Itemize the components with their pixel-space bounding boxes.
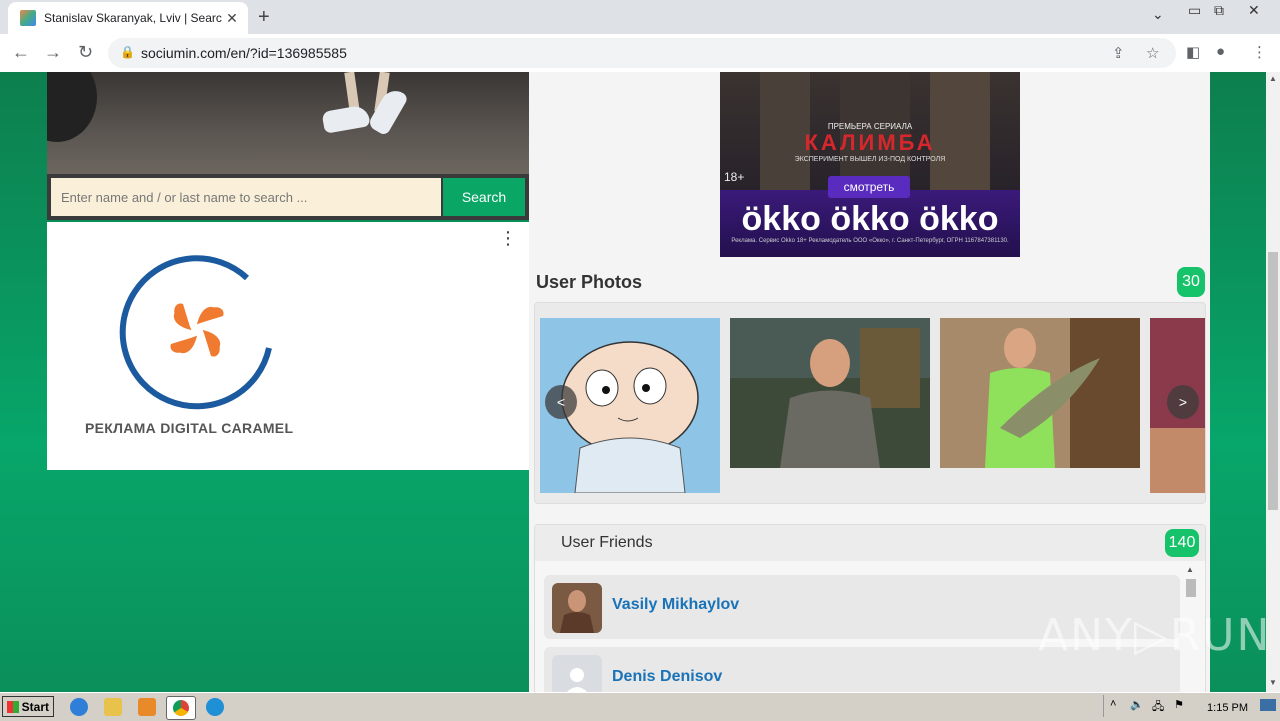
- tab-title: Stanislav Skaranyak, Lviv | Search Ir: [44, 11, 222, 25]
- ad-options-icon[interactable]: ⋮: [499, 228, 517, 249]
- friend-name-link[interactable]: Denis Denisov: [612, 668, 722, 686]
- flag-icon[interactable]: ⚑: [1174, 698, 1184, 711]
- media-player-icon[interactable]: [138, 698, 156, 716]
- page-scrollbar[interactable]: ▲ ▼: [1266, 72, 1280, 692]
- ad-caption: РЕКЛАМА DIGITAL CARAMEL: [85, 420, 294, 436]
- browser-menu-icon[interactable]: ⋮: [1252, 43, 1267, 61]
- scrollbar-thumb[interactable]: [1186, 579, 1196, 597]
- new-tab-button[interactable]: +: [258, 6, 270, 29]
- sneaker-image: [321, 104, 371, 134]
- photos-carousel: < >: [534, 302, 1206, 504]
- search-button[interactable]: Search: [443, 178, 525, 216]
- anyrun-watermark: ANY▷RUN: [1038, 610, 1272, 661]
- search-input[interactable]: [51, 178, 441, 216]
- right-column: ПРЕМЬЕРА СЕРИАЛА КАЛИМБА ЭКСПЕРИМЕНТ ВЫШ…: [529, 72, 1210, 692]
- network-icon[interactable]: 🖧: [1152, 698, 1164, 717]
- photo-thumbnail[interactable]: [730, 318, 930, 468]
- minimize-button[interactable]: ▭: [1188, 2, 1201, 19]
- profile-avatar-icon[interactable]: ●: [1216, 43, 1225, 60]
- chrome-taskbar-button[interactable]: [166, 696, 196, 720]
- scroll-up-icon[interactable]: ▲: [1186, 565, 1194, 574]
- file-explorer-icon[interactable]: [104, 698, 122, 716]
- okko-ad-banner[interactable]: ПРЕМЬЕРА СЕРИАЛА КАЛИМБА ЭКСПЕРИМЕНТ ВЫШ…: [720, 72, 1020, 257]
- show-desktop-icon[interactable]: [1260, 699, 1276, 711]
- default-user-icon: [567, 668, 587, 692]
- avatar: [552, 655, 602, 692]
- banner-subtitle: ЭКСПЕРИМЕНТ ВЫШЕЛ ИЗ-ПОД КОНТРОЛЯ: [794, 156, 946, 163]
- system-tray: ˄ 🔈 🖧 ⚑ 1:15 PM: [1103, 695, 1280, 717]
- browser-tab[interactable]: Stanislav Skaranyak, Lviv | Search Ir ✕: [8, 2, 248, 34]
- address-bar[interactable]: 🔒 sociumin.com/en/?id=136985585 ⇪ ☆: [108, 38, 1176, 68]
- carousel-prev-button[interactable]: <: [545, 385, 577, 419]
- windows-logo-icon: [7, 701, 19, 713]
- user-photos-heading: User Photos: [536, 272, 643, 292]
- photos-count-badge: 30: [1177, 267, 1205, 297]
- user-friends-panel: User Friends 140 Vasily Mikhaylov Denis …: [534, 524, 1206, 692]
- bookmark-star-icon[interactable]: ☆: [1146, 44, 1159, 62]
- side-panel-icon[interactable]: ◧: [1186, 43, 1200, 61]
- browser-tab-bar: Stanislav Skaranyak, Lviv | Search Ir ✕ …: [0, 0, 1280, 34]
- scrollbar-thumb[interactable]: [1268, 252, 1278, 510]
- scroll-up-icon[interactable]: ▲: [1269, 74, 1277, 83]
- url-text[interactable]: sociumin.com/en/?id=136985585: [141, 45, 347, 61]
- friends-count-badge: 140: [1165, 529, 1199, 557]
- banner-legal-text: Реклама. Сервис Okko 18+ Рекламодатель О…: [731, 238, 1009, 244]
- lock-icon: 🔒: [120, 45, 135, 59]
- page-viewport: Search ⋮ РЕКЛАМА DIGITAL CARAMEL: [0, 72, 1266, 692]
- clock: 1:15 PM: [1207, 702, 1248, 714]
- tab-search-chevron-icon[interactable]: ⌄: [1152, 6, 1164, 23]
- windows-taskbar: Start ˄ 🔈 🖧 ⚑ 1:15 PM: [0, 692, 1280, 721]
- search-bar: Search: [47, 174, 529, 220]
- site-favicon-icon: [20, 10, 36, 26]
- share-icon[interactable]: ⇪: [1112, 44, 1125, 62]
- friends-header: User Friends 140: [535, 525, 1205, 561]
- banner-age-rating: 18+: [724, 170, 745, 184]
- volume-icon[interactable]: 🔈: [1130, 698, 1144, 711]
- scroll-down-icon[interactable]: ▼: [1269, 678, 1277, 687]
- chrome-icon: [173, 700, 189, 716]
- user-friends-heading: User Friends: [561, 534, 653, 551]
- banner-watch-button[interactable]: смотреть: [828, 176, 910, 198]
- tab-close-icon[interactable]: ✕: [222, 10, 242, 27]
- edge-icon[interactable]: [206, 698, 224, 716]
- forward-arrow-icon[interactable]: →: [44, 42, 62, 63]
- friend-name-link[interactable]: Vasily Mikhaylov: [612, 596, 739, 614]
- carousel-next-button[interactable]: >: [1167, 385, 1199, 419]
- start-button[interactable]: Start: [2, 696, 54, 717]
- restore-button[interactable]: ⧉: [1214, 2, 1224, 19]
- banner-title: КАЛИМБА: [804, 130, 936, 155]
- photo-thumbnail[interactable]: [940, 318, 1140, 468]
- start-label: Start: [21, 700, 49, 714]
- browser-toolbar: ← → ↻ 🔒 sociumin.com/en/?id=136985585 ⇪ …: [0, 34, 1280, 73]
- banner-brand: ökko ökko ökko: [741, 200, 999, 238]
- close-window-button[interactable]: ✕: [1248, 2, 1260, 19]
- digital-caramel-logo-icon: [119, 255, 272, 410]
- tray-expand-icon[interactable]: ˄: [1110, 698, 1116, 710]
- avatar: [552, 583, 602, 633]
- back-arrow-icon[interactable]: ←: [12, 42, 30, 63]
- reload-icon[interactable]: ↻: [78, 42, 93, 63]
- advertisement-box[interactable]: ⋮ РЕКЛАМА DIGITAL CARAMEL: [47, 222, 529, 470]
- internet-explorer-icon[interactable]: [70, 698, 88, 716]
- hero-image: [47, 72, 529, 174]
